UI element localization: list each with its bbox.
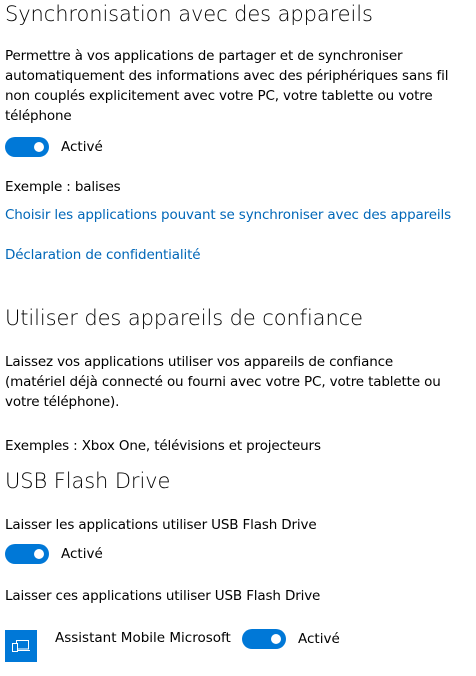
choose-apps-link[interactable]: Choisir les applications pouvant se sync… bbox=[5, 205, 451, 225]
sync-section-title: Synchronisation avec des appareils bbox=[5, 2, 373, 26]
sync-toggle-label: Activé bbox=[61, 139, 103, 155]
app-name: Assistant Mobile Microsoft bbox=[55, 630, 231, 646]
usb-allow-label: Laisser les applications utiliser USB Fl… bbox=[5, 517, 317, 533]
sync-description: Permettre à vos applications de partager… bbox=[5, 48, 449, 124]
toggle-knob bbox=[34, 142, 44, 152]
sync-example: Exemple : balises bbox=[5, 179, 121, 195]
trusted-section-title: Utiliser des appareils de confiance bbox=[5, 306, 363, 330]
app-toggle-label: Activé bbox=[298, 631, 340, 647]
usb-toggle[interactable] bbox=[5, 544, 49, 564]
phone-laptop-icon bbox=[12, 640, 30, 652]
app-toggle[interactable] bbox=[242, 629, 286, 649]
sync-toggle[interactable] bbox=[5, 137, 49, 157]
usb-section-title: USB Flash Drive bbox=[5, 469, 171, 493]
app-tile bbox=[5, 630, 37, 662]
toggle-knob bbox=[271, 634, 281, 644]
usb-toggle-label: Activé bbox=[61, 546, 103, 562]
privacy-statement-link[interactable]: Déclaration de confidentialité bbox=[5, 245, 201, 265]
toggle-knob bbox=[34, 549, 44, 559]
trusted-examples: Exemples : Xbox One, télévisions et proj… bbox=[5, 438, 321, 454]
usb-apps-label: Laisser ces applications utiliser USB Fl… bbox=[5, 588, 321, 604]
trusted-description: Laissez vos applications utiliser vos ap… bbox=[5, 354, 441, 410]
